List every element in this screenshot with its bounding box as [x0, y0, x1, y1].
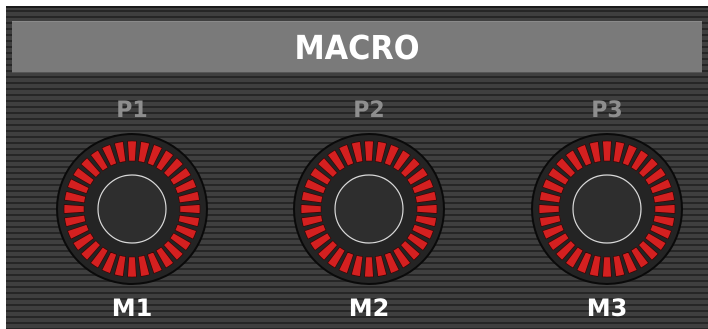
- macro-label-3: M3: [586, 294, 628, 322]
- macro-knob-2[interactable]: [292, 132, 446, 286]
- macro-label-1: M1: [111, 294, 153, 322]
- param-label-3: P3: [591, 98, 623, 123]
- macro-knob-3[interactable]: [530, 132, 684, 286]
- macro-unit-2: P2 M2: [289, 96, 449, 326]
- macro-label-2: M2: [348, 294, 390, 322]
- macro-unit-1: P1 M1: [52, 96, 212, 326]
- rotary-knob-icon: [293, 133, 445, 285]
- panel-top-border: [6, 6, 708, 8]
- rotary-knob-icon: [56, 133, 208, 285]
- macro-unit-3: P3 M3: [527, 96, 687, 326]
- rotary-knob-icon: [531, 133, 683, 285]
- param-label-1: P1: [116, 98, 148, 123]
- macro-header-title: MACRO: [294, 27, 420, 67]
- param-label-2: P2: [353, 98, 385, 123]
- macro-knob-1[interactable]: [55, 132, 209, 286]
- macro-header-bar: MACRO: [12, 21, 702, 73]
